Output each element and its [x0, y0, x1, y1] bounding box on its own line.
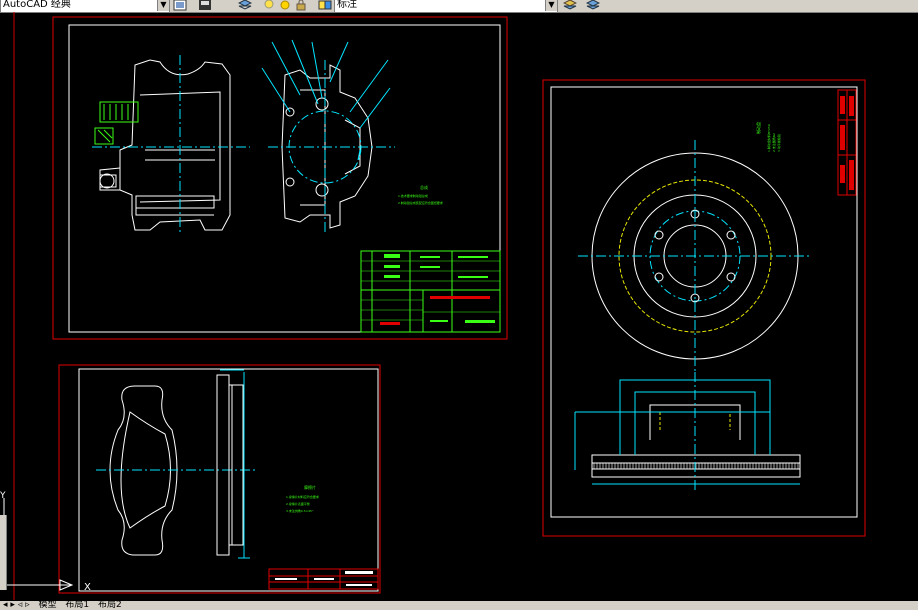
workspace-value: AutoCAD 经典	[3, 0, 71, 10]
sheet1-note-title: 总成	[420, 184, 428, 190]
tab-nav-arrows[interactable]: ◂ ▸ ◃ ▹	[0, 601, 33, 610]
sheet3-notes: 制动盘 1.制动盘材料HT250 2.未注圆角R2 3.动平衡检验	[755, 122, 781, 152]
sheet-brake-disc[interactable]: 制动盘 1.制动盘材料HT250 2.未注圆角R2 3.动平衡检验	[542, 79, 866, 537]
lock-icon[interactable]	[294, 0, 308, 11]
sheet1-paper-border	[52, 16, 508, 340]
layout-tabs: ◂ ▸ ◃ ▹ 模型 布局1 布局2	[0, 601, 918, 610]
sheet1-note-line-2: 2.制动钳总成装配应符合图纸要求	[398, 200, 443, 205]
sheet3-note-line-3: 3.动平衡检验	[776, 134, 781, 152]
drawing-canvas[interactable]: 总成 1.技术要求制动钳总成 2.制动钳总成装配应符合图纸要求 摩擦片 1.摩擦…	[0, 12, 918, 601]
sheet3-frame	[550, 86, 858, 518]
layer-value: 标注	[337, 0, 357, 10]
layer-previous-icon[interactable]	[563, 0, 577, 11]
sheet2-notes: 摩擦片 1.摩擦片材料应符合要求 2.摩擦片表面平整 3.未注倒角0.5×45°	[286, 484, 319, 513]
save-icon[interactable]	[198, 0, 212, 11]
tab-layout-1[interactable]: 布局1	[62, 601, 92, 610]
tab-layout-2[interactable]: 布局2	[95, 601, 125, 610]
sheet2-note-line-3: 3.未注倒角0.5×45°	[286, 508, 314, 513]
sheet3-note-line-2: 2.未注圆角R2	[771, 133, 776, 152]
sheet2-paper-border	[58, 364, 381, 594]
brake-disc-plan-view	[578, 140, 812, 372]
sheet1-frame	[68, 24, 501, 333]
chevron-down-icon: ▼	[545, 0, 557, 11]
layer-color-icon[interactable]	[318, 0, 332, 11]
ucs-y-label: Y	[0, 491, 6, 501]
bulb-icon[interactable]	[262, 0, 276, 11]
caliper-bolt-detail	[94, 101, 139, 145]
sheet2-note-title: 摩擦片	[304, 484, 316, 490]
sheet3-title-block	[837, 89, 857, 196]
pad-dimension-lines	[220, 369, 250, 559]
layer-states-icon[interactable]	[586, 0, 600, 11]
sheet1-title-block	[360, 250, 501, 333]
sheet2-title-block	[268, 568, 379, 590]
brake-pad-side-view	[216, 374, 244, 556]
chevron-down-icon: ▼	[157, 0, 169, 11]
tab-model[interactable]: 模型	[36, 601, 60, 610]
sheet-caliper-assembly[interactable]: 总成 1.技术要求制动钳总成 2.制动钳总成装配应符合图纸要求	[52, 16, 508, 340]
sun-icon[interactable]	[278, 0, 292, 11]
left-scrollbar[interactable]	[0, 515, 7, 590]
sheet1-notes: 总成 1.技术要求制动钳总成 2.制动钳总成装配应符合图纸要求	[398, 184, 443, 205]
sheet2-note-line-1: 1.摩擦片材料应符合要求	[286, 494, 319, 499]
caliper-section-view	[99, 59, 231, 231]
sheet3-note-title: 制动盘	[755, 122, 761, 134]
brake-disc-section-view	[574, 372, 801, 490]
caliper-fitting	[99, 173, 117, 189]
ucs-x-label: X	[84, 582, 91, 593]
sheet2-note-line-2: 2.摩擦片表面平整	[286, 501, 310, 506]
sheet3-note-line-1: 1.制动盘材料HT250	[766, 124, 771, 152]
sheet-brake-pad[interactable]: 摩擦片 1.摩擦片材料应符合要求 2.摩擦片表面平整 3.未注倒角0.5×45°	[58, 364, 381, 594]
sheet1-note-line-1: 1.技术要求制动钳总成	[398, 193, 428, 198]
layers-icon[interactable]	[238, 0, 252, 11]
workspace-settings-icon[interactable]	[173, 0, 187, 11]
